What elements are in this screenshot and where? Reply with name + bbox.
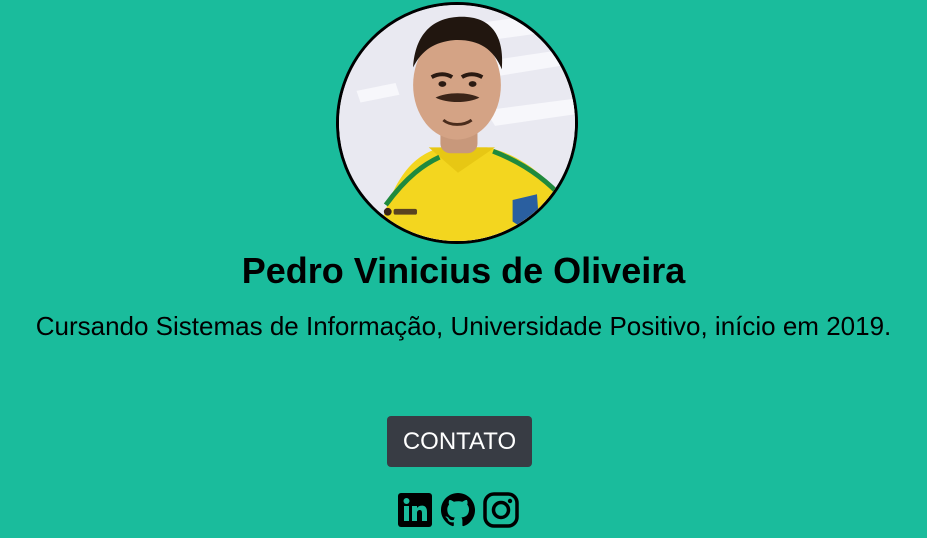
instagram-icon	[483, 492, 519, 528]
avatar	[336, 2, 578, 244]
profile-name: Pedro Vinicius de Oliveira	[241, 250, 686, 291]
social-links	[396, 491, 520, 531]
profile-bio: Cursando Sistemas de Informação, Univers…	[35, 311, 892, 341]
profile-photo	[339, 5, 575, 241]
linkedin-icon	[398, 493, 432, 527]
linkedin-link[interactable]	[396, 491, 434, 529]
instagram-link[interactable]	[482, 491, 520, 529]
github-icon	[441, 493, 475, 527]
github-link[interactable]	[439, 491, 477, 529]
contact-button[interactable]: CONTATO	[387, 416, 532, 467]
profile-page: Pedro Vinicius de Oliveira Cursando Sist…	[0, 0, 927, 538]
